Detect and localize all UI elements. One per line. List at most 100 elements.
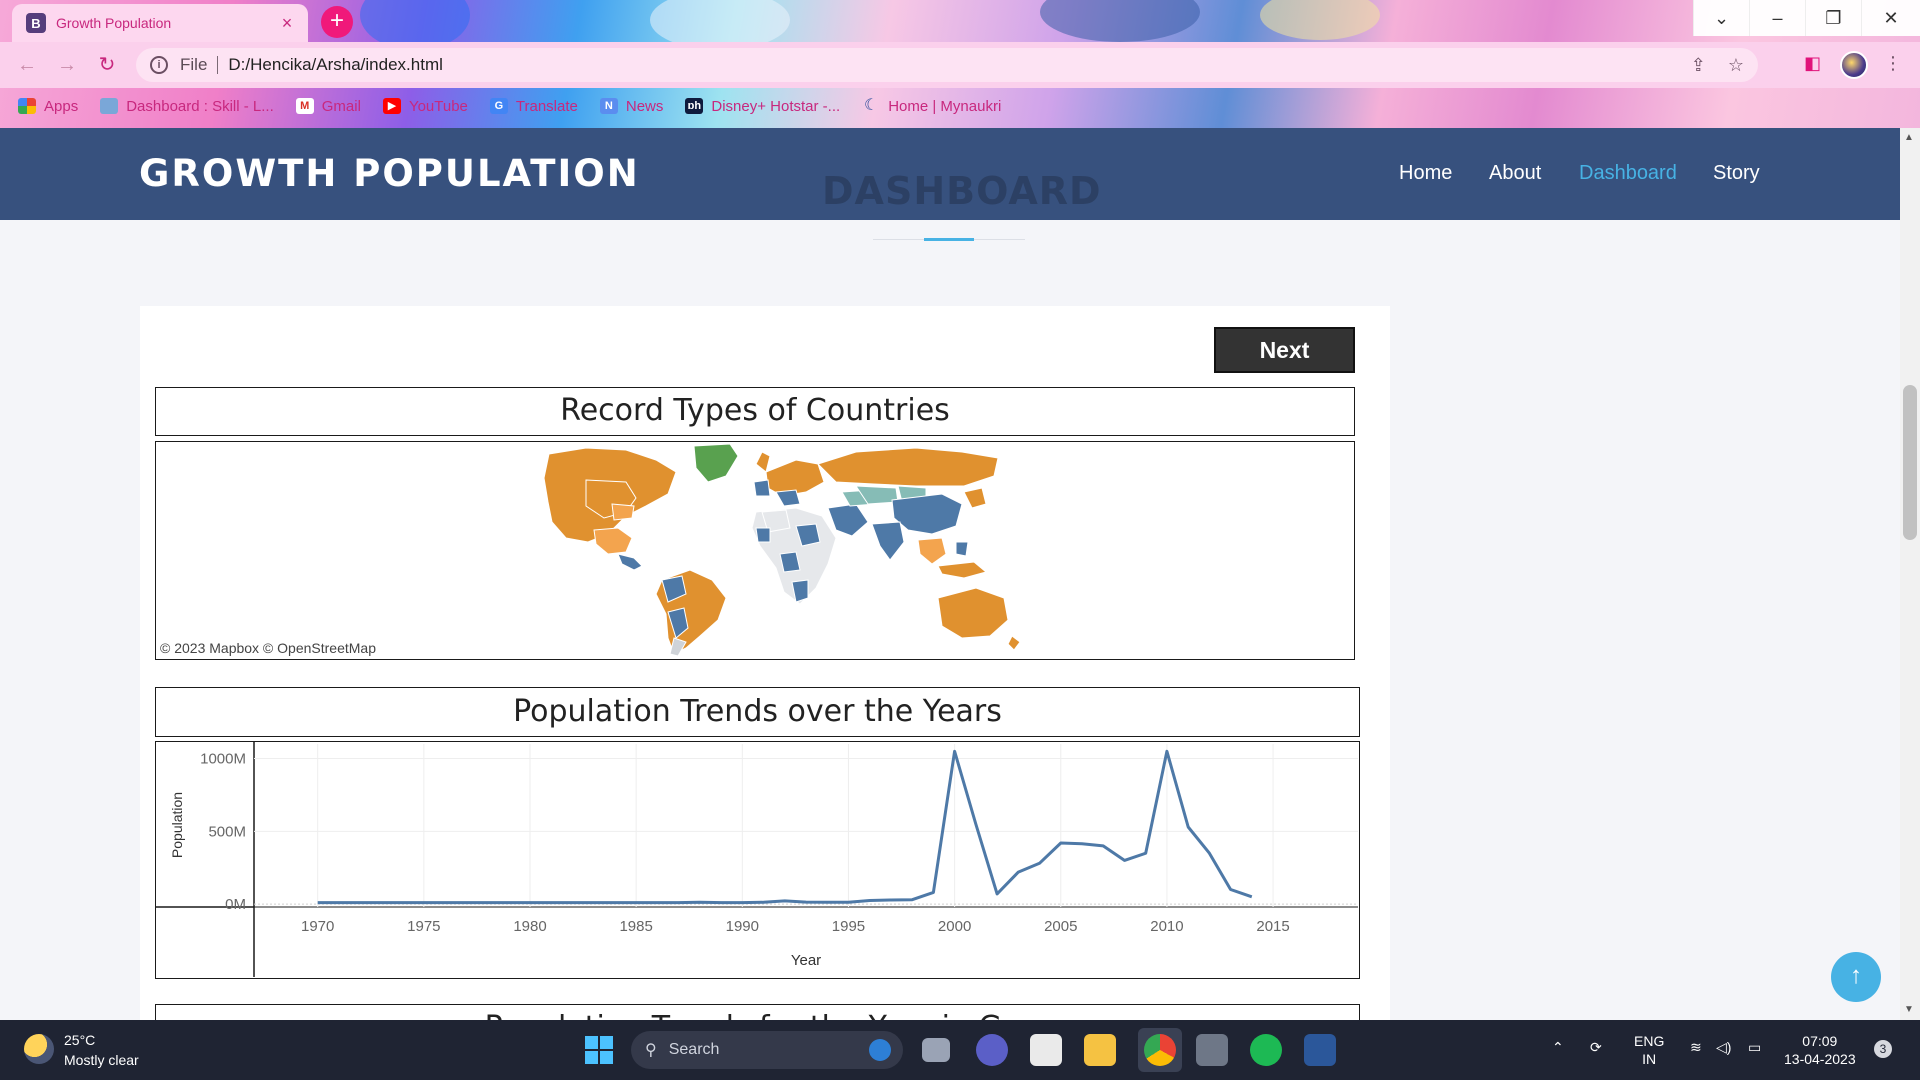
url-scheme-label: File [180,55,208,74]
scroll-up-arrow-icon[interactable]: ▲ [1904,132,1914,143]
back-icon[interactable]: ← [12,50,42,80]
page-scrollbar[interactable] [1900,128,1920,1020]
x-tick-label: 2000 [938,918,971,935]
population-line-chart[interactable]: 1970 1975 1980 1985 1990 1995 2000 2005 2010 2015… [156,742,1358,977]
bookmarks-bar: Apps Dashboard : Skill - L... M Gmail ▶ … [0,92,1920,120]
bookmark-label: Dashboard : Skill - L... [126,97,274,115]
new-tab-button[interactable]: + [321,6,353,38]
restore-button[interactable]: ❐ [1805,0,1861,36]
chrome-taskbar-button[interactable] [1138,1028,1182,1072]
nav-about[interactable]: About [1489,162,1541,185]
chart-panel[interactable]: 1970 1975 1980 1985 1990 1995 2000 2005 2010 2015… [155,741,1360,979]
back-to-top-button[interactable]: ↑ [1831,952,1881,1002]
scrollbar-thumb[interactable] [1903,385,1917,540]
x-tick-label: 1980 [513,918,546,935]
map-title-box: Record Types of Countries [155,387,1355,436]
teams-chat-icon[interactable] [976,1034,1008,1066]
y-tick-label: 500M [208,823,246,840]
bookmark-gmail[interactable]: M Gmail [295,97,361,115]
y-axis-title: Population [169,792,185,858]
bing-icon[interactable] [869,1039,891,1061]
bookmark-star-icon[interactable]: ☆ [1728,55,1744,76]
youtube-icon: ▶ [382,98,401,114]
url-separator [217,56,219,74]
wallpaper-blob [1260,0,1380,40]
windows-start-icon[interactable] [585,1036,613,1064]
tab-close-icon[interactable]: × [274,13,300,34]
translate-icon: G [489,98,508,114]
tray-overflow-chevron-icon[interactable]: ⌃ [1552,1038,1564,1056]
snipping-tool-icon[interactable] [1030,1034,1062,1066]
calculator-icon[interactable] [1196,1034,1228,1066]
section-divider-accent [924,238,974,241]
bookmark-mynaukri[interactable]: ☾ Home | Mynaukri [862,98,1001,115]
clock[interactable]: 07:09 13-04-2023 [1784,1032,1856,1068]
site-logo[interactable]: GROWTH POPULATION [139,152,640,195]
reload-icon[interactable]: ↻ [92,50,122,80]
url-text[interactable]: D:/Hencika/Arsha/index.html [228,55,442,75]
chart-title: Population Trends over the Years [513,694,1002,729]
map-panel[interactable] [155,441,1355,660]
site-header: GROWTH POPULATION DASHBOARD Home About D… [0,128,1900,220]
bookmark-skill-dashboard[interactable]: Dashboard : Skill - L... [100,98,274,115]
battery-icon[interactable]: ▭ [1748,1038,1761,1056]
x-axis-title: Year [791,952,821,969]
word-icon[interactable] [1304,1034,1336,1066]
x-tick-label: 1985 [619,918,652,935]
weather-temp: 25°C [64,1032,96,1048]
bookmark-apps[interactable]: Apps [18,98,78,115]
bookmark-youtube[interactable]: ▶ YouTube [382,98,468,115]
nav-story[interactable]: Story [1713,162,1760,185]
close-window-button[interactable]: ✕ [1861,0,1920,36]
weather-moon-icon[interactable] [24,1034,54,1064]
browser-toolbar: ← → ↻ i File D:/Hencika/Arsha/index.html… [0,42,1920,88]
browser-tab[interactable]: B Growth Population × [12,4,308,42]
language-indicator[interactable]: ENG IN [1634,1032,1664,1068]
wifi-icon[interactable]: ≋ [1690,1038,1702,1056]
share-icon[interactable]: ⇪ [1691,55,1706,76]
forward-icon[interactable]: → [52,50,82,80]
bookmark-label: Gmail [321,97,361,115]
search-icon: ⚲ [645,1042,657,1059]
x-tick-label: 1975 [407,918,440,935]
scroll-down-arrow-icon[interactable]: ▼ [1904,1004,1914,1015]
minimize-button[interactable]: – [1749,0,1805,36]
population-series-line [317,749,1253,905]
x-tick-label: 1970 [301,918,334,935]
tab-search-button[interactable]: ⌄ [1693,0,1749,36]
mynaukri-icon: ☾ [864,97,879,114]
apps-grid-icon [18,98,36,114]
taskbar-search[interactable]: ⚲ Search [631,1031,903,1069]
nav-home[interactable]: Home [1399,162,1452,185]
nav-dashboard[interactable]: Dashboard [1579,162,1677,185]
news-icon: N [599,98,618,114]
clock-date: 13-04-2023 [1784,1051,1856,1067]
map-attribution[interactable]: © 2023 Mapbox © OpenStreetMap [160,640,376,656]
bookmark-news[interactable]: N News [599,98,663,115]
file-explorer-icon[interactable] [1084,1034,1116,1066]
gmail-icon: M [295,98,314,114]
y-tick-label: 1000M [200,751,246,768]
task-view-icon[interactable] [922,1038,950,1062]
volume-icon[interactable]: ◁) [1716,1038,1731,1056]
menu-kebab-icon[interactable]: ⋮ [1884,53,1902,74]
bookmark-hotstar[interactable]: ɒh Disney+ Hotstar -... [685,98,840,115]
world-map[interactable] [156,442,1353,658]
sidebar-icon[interactable]: ◧ [1804,53,1821,74]
site-info-icon[interactable]: i [150,56,168,74]
tab-title: Growth Population [56,15,172,31]
x-tick-label: 1995 [832,918,865,935]
notification-badge[interactable]: 3 [1874,1040,1892,1058]
address-bar[interactable]: i File D:/Hencika/Arsha/index.html ⇪ ☆ [136,48,1758,82]
weather-widget[interactable]: 25°C Mostly clear [64,1030,139,1070]
windows-taskbar: 25°C Mostly clear ⚲ Search ⌃ ⟳ ENG IN ≋ … [0,1020,1920,1080]
chrome-icon [1144,1034,1176,1066]
next-button[interactable]: Next [1214,327,1355,373]
bookmark-translate[interactable]: G Translate [489,98,578,115]
x-tick-label: 1990 [726,918,759,935]
sync-icon[interactable]: ⟳ [1590,1038,1602,1056]
x-tick-label: 2015 [1256,918,1289,935]
section-heading-ghost: DASHBOARD [822,169,1102,213]
spotify-icon[interactable] [1250,1034,1282,1066]
profile-avatar[interactable] [1840,51,1868,79]
